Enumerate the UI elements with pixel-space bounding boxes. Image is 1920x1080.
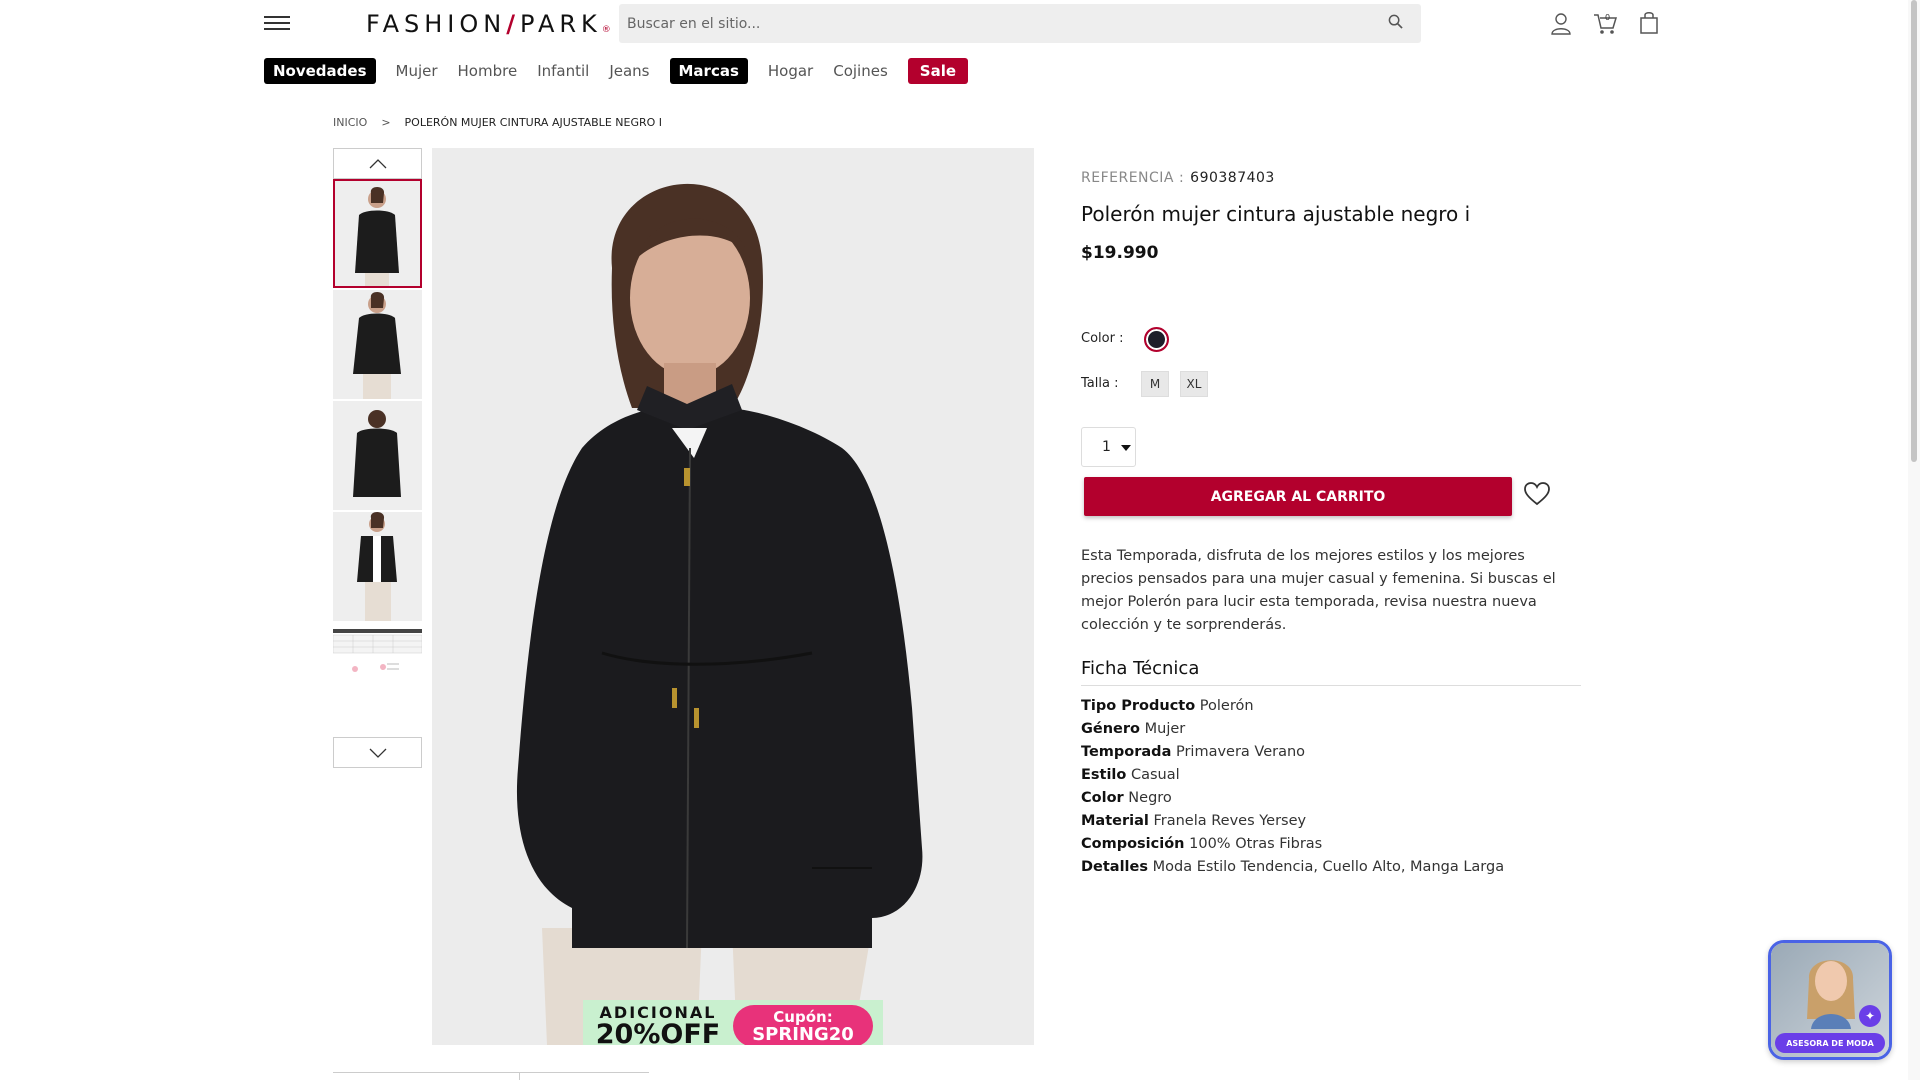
advisor-label: ASESORA DE MODA bbox=[1775, 1033, 1885, 1053]
nav-item-novedades[interactable]: Novedades bbox=[264, 58, 376, 84]
thumbnail-4[interactable] bbox=[333, 512, 422, 621]
spec-key: Tipo Producto bbox=[1081, 698, 1196, 714]
logo-text-2: PARK bbox=[520, 10, 602, 38]
thumbnail-5[interactable] bbox=[333, 623, 422, 693]
jacket-front-image bbox=[335, 181, 420, 286]
breadcrumb-separator: > bbox=[381, 116, 391, 129]
promo-line-2: 20%OFF bbox=[595, 1018, 721, 1046]
nav-item-mujer[interactable]: Mujer bbox=[396, 62, 438, 80]
nav-item-cojines[interactable]: Cojines bbox=[833, 62, 888, 80]
jacket-back-image bbox=[333, 401, 422, 510]
spec-key: Material bbox=[1081, 813, 1149, 829]
search-bar bbox=[619, 4, 1421, 43]
size-label: Talla : bbox=[1081, 376, 1119, 391]
spec-value: Negro bbox=[1128, 790, 1172, 806]
search-icon[interactable] bbox=[1388, 14, 1403, 29]
thumbnail-up-button[interactable] bbox=[333, 148, 422, 179]
search-input[interactable] bbox=[619, 4, 1421, 43]
product-title: Polerón mujer cintura ajustable negro i bbox=[1081, 202, 1471, 226]
spec-key: Género bbox=[1081, 721, 1141, 737]
quantity-value: 1 bbox=[1102, 439, 1111, 455]
nav-item-sale[interactable]: Sale bbox=[907, 58, 969, 84]
size-button-xl[interactable]: XL bbox=[1180, 371, 1208, 397]
promo-banner[interactable]: ADICIONAL 20%OFF Cupón: SPRING20 bbox=[583, 1000, 883, 1045]
logo-slash: / bbox=[506, 10, 520, 38]
cart-icon[interactable]: 0 bbox=[1592, 10, 1618, 36]
bag-icon[interactable] bbox=[1636, 10, 1662, 36]
spec-value: 100% Otras Fibras bbox=[1189, 836, 1323, 852]
promo-left: ADICIONAL 20%OFF bbox=[583, 1004, 733, 1046]
nav-item-hogar[interactable]: Hogar bbox=[768, 62, 813, 80]
thumbnail-2[interactable] bbox=[333, 290, 422, 399]
heart-icon[interactable] bbox=[1524, 482, 1550, 506]
thumbnail-down-button[interactable] bbox=[333, 737, 422, 768]
spec-row: Composición 100% Otras Fibras bbox=[1081, 833, 1504, 856]
spec-value: Primavera Verano bbox=[1175, 744, 1306, 760]
spec-row: Estilo Casual bbox=[1081, 764, 1504, 787]
chevron-up-icon bbox=[369, 158, 386, 168]
main-nav: Novedades Mujer Hombre Infantil Jeans Ma… bbox=[264, 57, 988, 85]
spec-key: Detalles bbox=[1081, 859, 1148, 875]
jacket-open-image bbox=[333, 512, 422, 621]
caret-down-icon bbox=[1120, 445, 1131, 451]
spec-row: Detalles Moda Estilo Tendencia, Cuello A… bbox=[1081, 856, 1504, 879]
main-product-image[interactable]: ADICIONAL 20%OFF Cupón: SPRING20 bbox=[432, 148, 1034, 1045]
spec-value: Franela Reves Yersey bbox=[1153, 813, 1307, 829]
add-to-cart-button[interactable]: AGREGAR AL CARRITO bbox=[1084, 477, 1512, 516]
nav-item-hombre[interactable]: Hombre bbox=[458, 62, 518, 80]
tabs-edge bbox=[333, 1072, 649, 1080]
color-swatch-black[interactable] bbox=[1144, 327, 1169, 352]
spec-value: Moda Estilo Tendencia, Cuello Alto, Mang… bbox=[1152, 859, 1505, 875]
spec-row: Material Franela Reves Yersey bbox=[1081, 810, 1504, 833]
chevron-down-icon bbox=[369, 748, 386, 758]
thumbnail-1[interactable] bbox=[333, 179, 422, 288]
breadcrumb-current: POLERÓN MUJER CINTURA AJUSTABLE NEGRO I bbox=[404, 116, 663, 129]
spec-key: Color bbox=[1081, 790, 1124, 806]
spec-value: Casual bbox=[1130, 767, 1180, 783]
registered-icon: ® bbox=[601, 25, 611, 35]
jacket-side-image bbox=[333, 290, 422, 399]
nav-item-jeans[interactable]: Jeans bbox=[609, 62, 649, 80]
breadcrumb: INICIO > POLERÓN MUJER CINTURA AJUSTABLE… bbox=[333, 116, 662, 129]
spec-row: Tipo Producto Polerón bbox=[1081, 695, 1504, 718]
reference-value: 690387403 bbox=[1190, 170, 1275, 186]
product-reference: REFERENCIA : 690387403 bbox=[1081, 170, 1275, 186]
spec-value: Mujer bbox=[1144, 721, 1186, 737]
spec-key: Estilo bbox=[1081, 767, 1127, 783]
spec-row: Género Mujer bbox=[1081, 718, 1504, 741]
product-description: Esta Temporada, disfruta de los mejores … bbox=[1081, 548, 1556, 633]
spec-row: Temporada Primavera Verano bbox=[1081, 741, 1504, 764]
thumbnail-3[interactable] bbox=[333, 401, 422, 510]
product-price: $19.990 bbox=[1081, 243, 1159, 263]
model-jacket-image bbox=[432, 148, 1034, 1045]
page-scrollbar[interactable] bbox=[1908, 0, 1920, 1080]
ficha-title: Ficha Técnica bbox=[1081, 658, 1200, 679]
promo-coupon-code: SPRING20 bbox=[752, 1023, 854, 1045]
sparkle-icon: ✦ bbox=[1859, 1005, 1881, 1027]
scrollbar-thumb[interactable] bbox=[1911, 0, 1917, 462]
cart-count: 0 bbox=[1605, 13, 1610, 22]
reference-label: REFERENCIA : bbox=[1081, 170, 1185, 186]
logo[interactable]: FASHION/PARK® bbox=[366, 10, 611, 38]
divider bbox=[1081, 685, 1581, 686]
advisor-avatar bbox=[1807, 960, 1855, 1029]
breadcrumb-home[interactable]: INICIO bbox=[333, 116, 367, 129]
color-label: Color : bbox=[1081, 331, 1124, 346]
ficha-specs: Tipo Producto Polerón Género Mujer Tempo… bbox=[1081, 695, 1504, 879]
nav-item-infantil[interactable]: Infantil bbox=[537, 62, 589, 80]
spec-key: Temporada bbox=[1081, 744, 1172, 760]
promo-coupon: Cupón: SPRING20 bbox=[733, 1005, 873, 1045]
user-icon[interactable] bbox=[1548, 10, 1574, 36]
spec-row: Color Negro bbox=[1081, 787, 1504, 810]
spec-key: Composición bbox=[1081, 836, 1185, 852]
logo-text: FASHION bbox=[366, 10, 507, 38]
spec-value: Polerón bbox=[1199, 698, 1254, 714]
size-chart-image bbox=[333, 629, 422, 672]
fashion-advisor-widget[interactable]: ✦ ASESORA DE MODA bbox=[1768, 940, 1892, 1060]
menu-icon[interactable] bbox=[264, 12, 290, 34]
size-button-m[interactable]: M bbox=[1141, 371, 1169, 397]
quantity-select[interactable]: 1 bbox=[1081, 427, 1136, 467]
nav-item-marcas[interactable]: Marcas bbox=[669, 58, 748, 84]
